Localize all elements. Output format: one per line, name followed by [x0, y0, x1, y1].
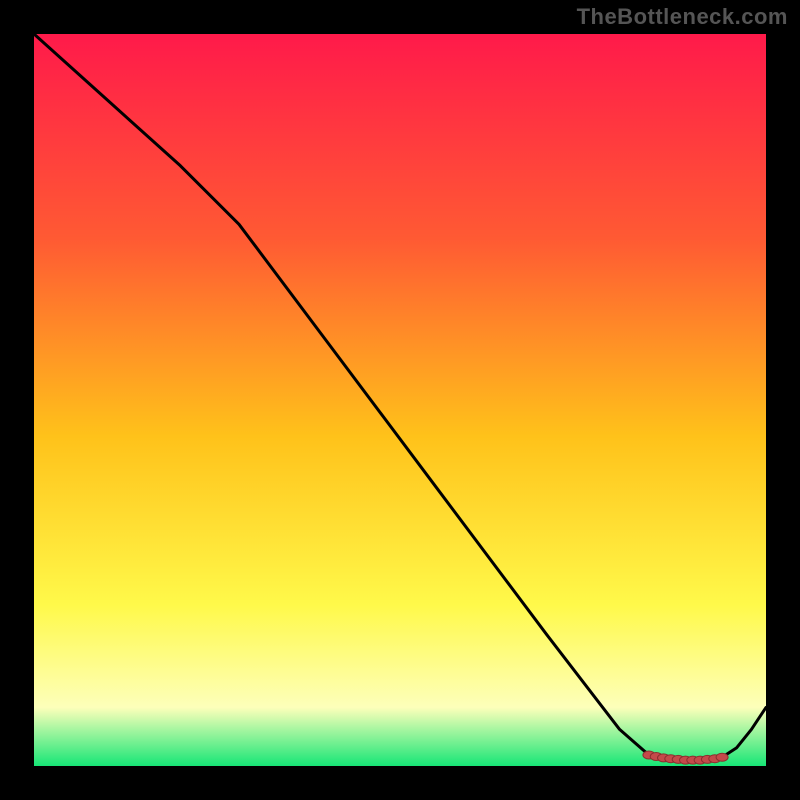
plot-area [34, 34, 766, 766]
chart-frame: TheBottleneck.com [0, 0, 800, 800]
watermark-text: TheBottleneck.com [577, 4, 788, 30]
marker-point [716, 753, 728, 761]
chart-svg [34, 34, 766, 766]
gradient-background [34, 34, 766, 766]
